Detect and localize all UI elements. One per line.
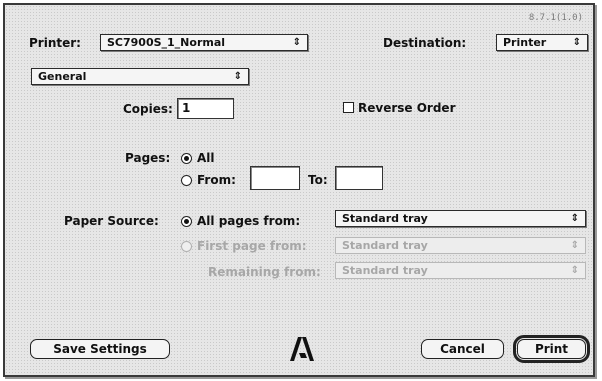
printer-popup[interactable]: SC7900S_1_Normal ⇕ bbox=[100, 34, 308, 51]
first-page-from-popup[interactable]: Standard tray ⇕ bbox=[335, 237, 586, 254]
popup-arrows-icon: ⇕ bbox=[570, 265, 579, 276]
reverse-order-checkbox[interactable] bbox=[343, 102, 354, 113]
copies-field[interactable]: 1 bbox=[177, 98, 234, 119]
popup-arrows-icon: ⇕ bbox=[570, 213, 579, 224]
pages-all-label: All bbox=[197, 151, 215, 165]
version-label: 8.7.1(1.0) bbox=[528, 13, 583, 23]
save-settings-button[interactable]: Save Settings bbox=[30, 339, 170, 359]
pages-to-field[interactable] bbox=[335, 166, 383, 190]
printer-label: Printer: bbox=[29, 36, 81, 50]
pages-from-label: From: bbox=[197, 173, 236, 187]
remaining-from-label: Remaining from: bbox=[208, 265, 321, 279]
all-pages-from-popup[interactable]: Standard tray ⇕ bbox=[335, 210, 586, 227]
cancel-button[interactable]: Cancel bbox=[421, 339, 504, 359]
pages-from-radio[interactable] bbox=[181, 175, 192, 186]
panel-popup-value: General bbox=[38, 70, 87, 83]
remaining-from-popup[interactable]: Standard tray ⇕ bbox=[335, 262, 586, 279]
all-pages-from-value: Standard tray bbox=[342, 212, 428, 225]
pages-all-radio[interactable] bbox=[181, 153, 192, 164]
adobe-logo-icon bbox=[290, 337, 314, 361]
reverse-order-label: Reverse Order bbox=[358, 101, 456, 115]
popup-arrows-icon: ⇕ bbox=[292, 37, 301, 48]
popup-arrows-icon: ⇕ bbox=[233, 71, 242, 82]
panel-popup[interactable]: General ⇕ bbox=[31, 68, 249, 85]
pages-label: Pages: bbox=[125, 151, 171, 165]
first-page-from-radio[interactable] bbox=[181, 241, 192, 252]
first-page-from-label: First page from: bbox=[197, 239, 307, 253]
all-pages-from-radio[interactable] bbox=[181, 216, 192, 227]
paper-source-label: Paper Source: bbox=[64, 214, 159, 228]
print-dialog: 8.7.1(1.0) Printer: SC7900S_1_Normal ⇕ D… bbox=[3, 3, 595, 377]
popup-arrows-icon: ⇕ bbox=[572, 37, 581, 48]
pages-to-label: To: bbox=[308, 173, 328, 187]
copies-label: Copies: bbox=[123, 102, 173, 116]
destination-label: Destination: bbox=[383, 36, 467, 50]
printer-popup-value: SC7900S_1_Normal bbox=[107, 36, 226, 49]
remaining-from-value: Standard tray bbox=[342, 264, 428, 277]
pages-from-field[interactable] bbox=[250, 166, 300, 190]
print-button[interactable]: Print bbox=[513, 335, 590, 363]
all-pages-from-label: All pages from: bbox=[197, 214, 301, 228]
popup-arrows-icon: ⇕ bbox=[570, 240, 579, 251]
first-page-from-value: Standard tray bbox=[342, 239, 428, 252]
destination-popup[interactable]: Printer ⇕ bbox=[496, 34, 588, 51]
destination-popup-value: Printer bbox=[503, 36, 547, 49]
